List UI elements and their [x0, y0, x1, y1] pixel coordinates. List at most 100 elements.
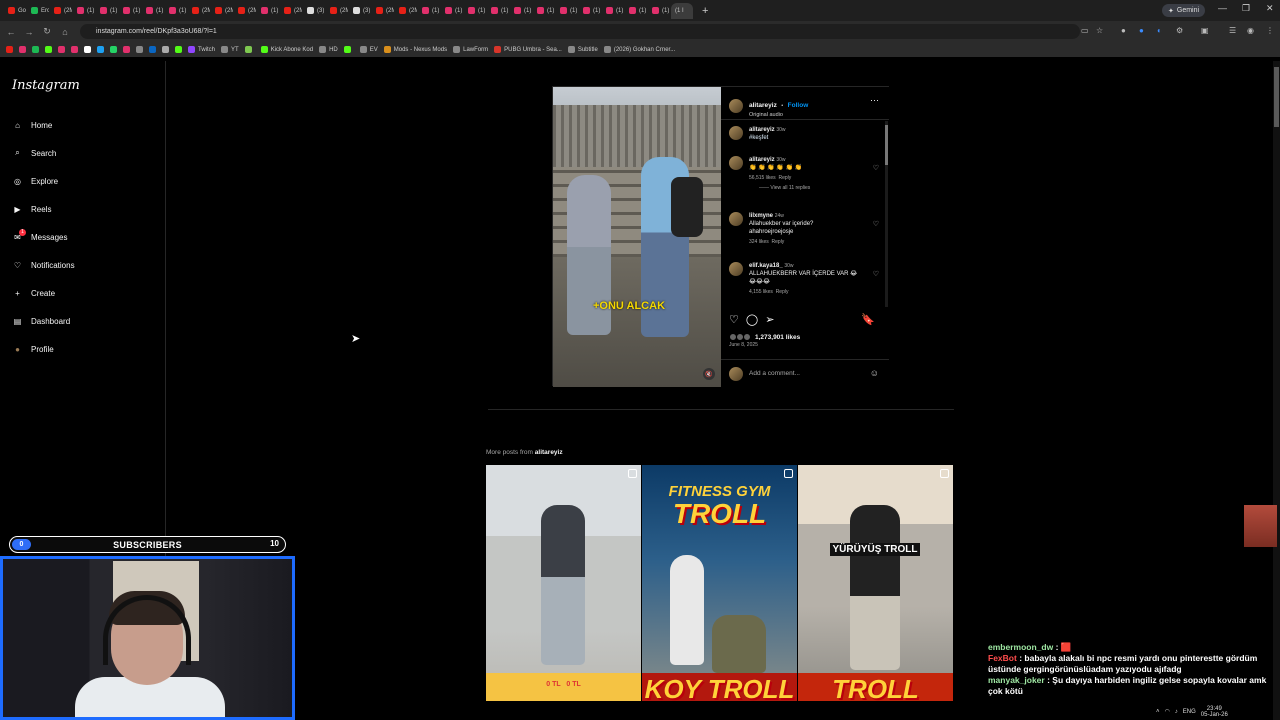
- emoji-icon[interactable]: ☺: [870, 368, 879, 378]
- browser-tab[interactable]: (1) I: [96, 3, 118, 19]
- add-comment-input[interactable]: Add a comment...: [749, 370, 800, 377]
- avatar[interactable]: [729, 212, 743, 226]
- sidebar-item-dashboard[interactable]: ▤ Dashboard: [12, 314, 70, 328]
- volume-icon[interactable]: ♪: [1175, 709, 1178, 715]
- avatar[interactable]: [729, 156, 743, 170]
- browser-tab[interactable]: (2M: [188, 3, 210, 19]
- bookmark-favicon[interactable]: [19, 46, 26, 53]
- comment-likes[interactable]: 56,515 likes: [749, 175, 776, 181]
- sidebar-item-notifications[interactable]: ♡ Notifications: [12, 258, 75, 272]
- puzzle-icon[interactable]: ⚙: [1176, 26, 1183, 35]
- more-options-icon[interactable]: ···: [870, 95, 879, 105]
- bookmark-star-icon[interactable]: ☆: [1096, 26, 1103, 35]
- browser-tab[interactable]: (2M: [326, 3, 348, 19]
- sidebar-item-home[interactable]: ⌂ Home: [12, 118, 52, 132]
- bookmark-favicon[interactable]: [123, 46, 130, 53]
- clock[interactable]: 23:49 05-Jan-26: [1201, 706, 1228, 718]
- language-indicator[interactable]: ENG: [1183, 709, 1196, 715]
- instagram-logo[interactable]: Instagram: [12, 78, 80, 93]
- avatar[interactable]: [729, 99, 743, 113]
- browser-tab[interactable]: (1) I: [625, 3, 647, 19]
- browser-tab[interactable]: (3) Y: [303, 3, 325, 19]
- like-icon[interactable]: ♡: [729, 313, 739, 327]
- comment-icon[interactable]: ◯: [746, 313, 758, 327]
- browser-tab[interactable]: (1) I: [556, 3, 578, 19]
- comment-likes[interactable]: 4,155 likes: [749, 289, 773, 295]
- bookmark-favicon[interactable]: [162, 46, 169, 53]
- browser-tab[interactable]: (1) I: [418, 3, 440, 19]
- bookmark-favicon[interactable]: [45, 46, 52, 53]
- extension-icon[interactable]: ●: [1121, 26, 1126, 35]
- browser-tab[interactable]: (2M: [211, 3, 233, 19]
- menu-icon[interactable]: ☰: [1229, 26, 1236, 35]
- bookmark-item[interactable]: Kick Abone Kod: [260, 46, 313, 53]
- share-icon[interactable]: ➢: [765, 313, 774, 327]
- close-window-icon[interactable]: ✕: [1266, 3, 1274, 14]
- browser-tab[interactable]: (2M: [50, 3, 72, 19]
- browser-tab[interactable]: (1) I: [257, 3, 279, 19]
- audio-label[interactable]: Original audio: [749, 112, 808, 118]
- reply-button[interactable]: Reply: [778, 175, 791, 181]
- more-posts-user[interactable]: alitareyiz: [535, 449, 563, 456]
- comment-like-icon[interactable]: ♡: [873, 164, 879, 172]
- bookmark-item[interactable]: HD: [319, 46, 338, 53]
- bookmark-favicon[interactable]: [6, 46, 13, 53]
- comment-likes[interactable]: 324 likes: [749, 239, 769, 245]
- browser-tab[interactable]: (1) I: [165, 3, 187, 19]
- bookmark-item[interactable]: Subtitle: [567, 46, 598, 53]
- bookmark-item[interactable]: PUBG Umbra - Sea...: [494, 46, 562, 53]
- bookmark-favicon[interactable]: [175, 46, 182, 53]
- browser-tab[interactable]: (1) I: [510, 3, 532, 19]
- sidebar-item-search[interactable]: ⌕ Search: [12, 146, 56, 160]
- reload-icon[interactable]: ↻: [40, 26, 54, 37]
- post-username[interactable]: alitareyiz: [749, 102, 777, 109]
- browser-tab[interactable]: (1) I: [441, 3, 463, 19]
- comment-user[interactable]: alitareyiz: [749, 127, 775, 133]
- browser-tab[interactable]: (1) I: [73, 3, 95, 19]
- avatar[interactable]: [729, 262, 743, 276]
- install-app-icon[interactable]: ▭: [1081, 26, 1089, 35]
- new-tab-button[interactable]: +: [702, 5, 708, 17]
- bookmark-favicon[interactable]: [71, 46, 78, 53]
- sidebar-item-explore[interactable]: ◎ Explore: [12, 174, 58, 188]
- bookmark-item[interactable]: EV: [359, 46, 378, 53]
- bookmark-item[interactable]: Mods - Nexus Mods: [383, 46, 447, 53]
- extension-icon[interactable]: ◐: [1157, 26, 1162, 35]
- comment-user[interactable]: lilxmyne: [749, 213, 773, 219]
- likes-count[interactable]: 1,273,901 likes: [729, 333, 800, 341]
- bookmark-item[interactable]: (2026) Gokhan Crner...: [603, 46, 675, 53]
- extension-icon[interactable]: ●: [1139, 26, 1144, 35]
- restore-icon[interactable]: ❐: [1242, 3, 1250, 14]
- page-scrollbar[interactable]: [1273, 61, 1280, 720]
- browser-tab[interactable]: Gok: [4, 3, 26, 19]
- bookmark-icon[interactable]: 🔖: [861, 313, 875, 326]
- wifi-icon[interactable]: ◠: [1165, 708, 1170, 715]
- post-thumbnail[interactable]: 0 TL 0 TL: [486, 465, 641, 701]
- comment-user[interactable]: elif.kaya18_: [749, 263, 783, 269]
- bookmark-favicon[interactable]: [84, 46, 91, 53]
- browser-tab[interactable]: Erca: [27, 3, 49, 19]
- bookmark-item[interactable]: [343, 46, 354, 53]
- active-tab[interactable]: (1 I: [671, 2, 693, 19]
- bookmark-favicon[interactable]: [58, 46, 65, 53]
- bookmark-favicon[interactable]: [110, 46, 117, 53]
- gemini-button[interactable]: ✦ Gemini: [1162, 4, 1206, 17]
- browser-tab[interactable]: (3) I: [349, 3, 371, 19]
- follow-button[interactable]: Follow: [788, 102, 809, 109]
- home-browser-icon[interactable]: ⌂: [58, 27, 72, 37]
- sidepanel-icon[interactable]: ▣: [1201, 26, 1209, 35]
- mute-icon[interactable]: 🔇: [703, 368, 715, 380]
- sidebar-item-messages[interactable]: ✉ 1 Messages: [12, 228, 67, 244]
- comments-scrollbar[interactable]: [885, 121, 888, 307]
- browser-tab[interactable]: (2M: [395, 3, 417, 19]
- reel-video[interactable]: +ONU ALCAK 🔇: [553, 87, 721, 387]
- kebab-icon[interactable]: ⋮: [1266, 26, 1274, 35]
- browser-tab[interactable]: (1) I: [142, 3, 164, 19]
- bookmark-favicon[interactable]: [136, 46, 143, 53]
- bookmark-item[interactable]: LawForm: [453, 46, 488, 53]
- avatar[interactable]: [729, 126, 743, 140]
- post-thumbnail[interactable]: FITNESS GYM TROLL KOY TROLL: [642, 465, 797, 701]
- bookmark-item[interactable]: YT: [221, 46, 239, 53]
- browser-tab[interactable]: (2M: [280, 3, 302, 19]
- reply-button[interactable]: Reply: [776, 289, 789, 295]
